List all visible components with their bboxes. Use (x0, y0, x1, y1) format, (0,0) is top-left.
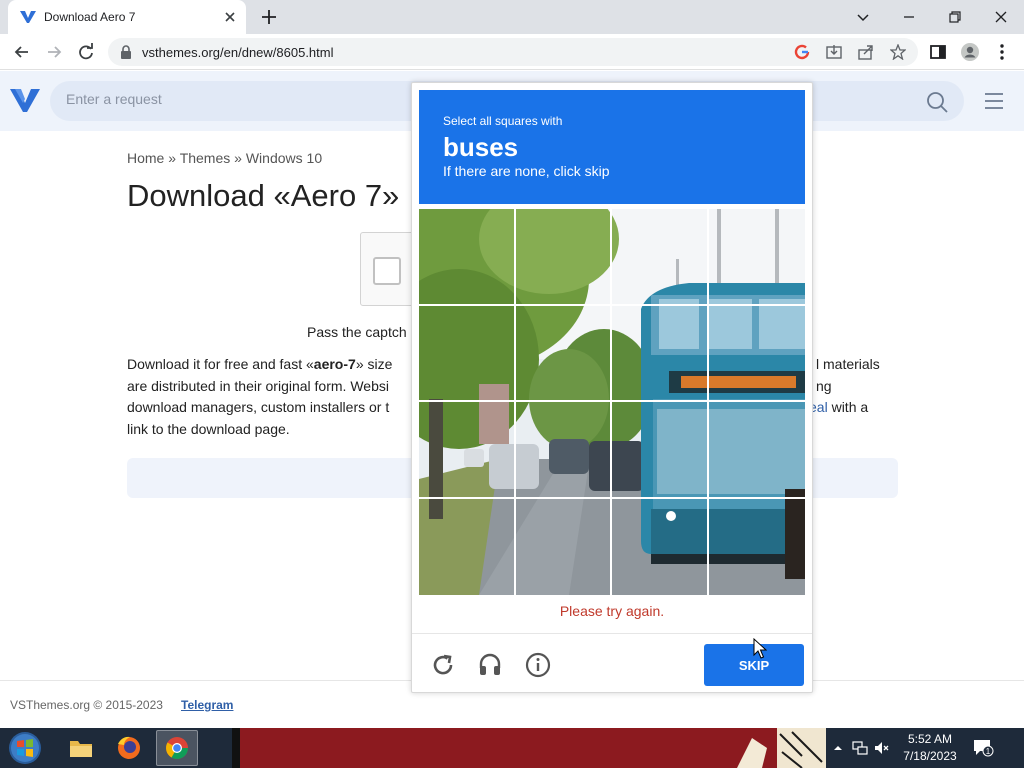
clock-time[interactable]: 5:52 AM (902, 732, 958, 746)
browser-tab[interactable]: Download Aero 7 (8, 0, 246, 34)
captcha-checkbox[interactable] (373, 257, 401, 285)
description-line: Download it for free and fast «aero-7» s… (127, 356, 393, 372)
notification-count: 1 (986, 747, 991, 756)
captcha-tile[interactable] (708, 402, 805, 499)
description-line: link to the download page. (127, 420, 290, 437)
captcha-tile[interactable] (419, 209, 516, 306)
captcha-image-grid (419, 209, 805, 595)
browser-toolbar: vsthemes.org/en/dnew/8605.html (0, 34, 1024, 70)
captcha-tile[interactable] (419, 402, 516, 499)
system-tray: 5:52 AM 7/18/2023 1 (826, 728, 1024, 768)
bookmark-star-icon[interactable] (890, 44, 906, 60)
captcha-tile[interactable] (516, 498, 612, 595)
captcha-tile[interactable] (612, 402, 709, 499)
captcha-tile[interactable] (419, 305, 516, 402)
hamburger-menu-icon[interactable] (984, 92, 1004, 110)
breadcrumb-home[interactable]: Home (127, 150, 164, 166)
tab-search-icon[interactable] (852, 6, 874, 28)
taskbar-apps (0, 728, 232, 768)
description-line: eal with a (809, 399, 869, 415)
wallpaper-icon (232, 728, 826, 768)
breadcrumb-windows-10[interactable]: Windows 10 (246, 150, 322, 166)
browser-titlebar: Download Aero 7 (0, 0, 1024, 34)
captcha-footer: SKIP (412, 633, 812, 693)
clock-date[interactable]: 7/18/2023 (898, 749, 962, 763)
info-icon[interactable] (525, 652, 551, 678)
audio-challenge-icon[interactable] (477, 652, 503, 678)
vsthemes-favicon-icon (20, 11, 36, 23)
footer-copyright: VSThemes.org © 2015-2023 (10, 698, 163, 712)
share-icon[interactable] (858, 44, 874, 60)
captcha-instruction: Select all squares with (443, 114, 563, 128)
description-line: download managers, custom installers or … (127, 399, 390, 415)
captcha-tile[interactable] (515, 209, 612, 306)
captcha-prompt: Select all squares with buses If there a… (419, 90, 805, 204)
captcha-tile[interactable] (612, 498, 709, 595)
page-title: Download «Aero 7» (127, 178, 400, 213)
captcha-tile[interactable] (708, 209, 805, 306)
description-line: l materials (816, 356, 880, 372)
search-icon[interactable] (926, 91, 948, 113)
vsthemes-logo-icon[interactable] (10, 87, 40, 113)
reload-icon[interactable] (76, 42, 96, 62)
minimize-icon[interactable] (898, 6, 920, 28)
breadcrumb-themes[interactable]: Themes (180, 150, 231, 166)
show-hidden-icons-icon[interactable] (830, 740, 846, 756)
breadcrumb-separator: » (168, 150, 177, 166)
captcha-tile[interactable] (708, 306, 805, 402)
install-app-icon[interactable] (826, 44, 842, 60)
notifications-icon[interactable]: 1 (972, 738, 994, 758)
refresh-icon[interactable] (430, 652, 456, 678)
tab-title: Download Aero 7 (44, 10, 136, 24)
close-tab-icon[interactable] (222, 9, 238, 25)
browser-menu-icon[interactable] (992, 42, 1012, 62)
lock-icon[interactable] (120, 45, 132, 59)
captcha-hint: If there are none, click skip (443, 163, 610, 179)
network-icon[interactable] (852, 740, 868, 756)
volume-muted-icon[interactable] (874, 740, 890, 756)
url-text: vsthemes.org/en/dnew/8605.html (142, 45, 334, 60)
restore-icon[interactable] (944, 6, 966, 28)
captcha-tile[interactable] (515, 402, 612, 499)
chrome-icon (166, 737, 188, 759)
new-tab-icon[interactable] (260, 8, 278, 26)
captcha-tile[interactable] (612, 305, 709, 402)
side-panel-icon[interactable] (928, 42, 948, 62)
close-window-icon[interactable] (990, 6, 1012, 28)
description-line: are distributed in their original form. … (127, 377, 389, 394)
breadcrumb-separator: » (234, 150, 242, 166)
captcha-tiles (419, 209, 805, 595)
chrome-taskbar-button[interactable] (156, 730, 198, 766)
forward-arrow-icon[interactable] (44, 42, 64, 62)
captcha-error-message: Please try again. (559, 603, 665, 619)
file-explorer-icon[interactable] (60, 730, 102, 766)
captcha-tile[interactable] (709, 499, 806, 596)
profile-avatar-icon[interactable] (960, 42, 980, 62)
back-arrow-icon[interactable] (12, 42, 32, 62)
captcha-tile[interactable] (419, 498, 516, 595)
firefox-icon[interactable] (108, 730, 150, 766)
mouse-cursor-icon (753, 638, 767, 659)
captcha-target: buses (443, 132, 519, 162)
address-bar[interactable]: vsthemes.org/en/dnew/8605.html (108, 38, 918, 66)
captcha-tile[interactable] (612, 209, 709, 306)
windows-start-icon[interactable] (4, 730, 46, 766)
footer-telegram-link[interactable]: Telegram (181, 698, 233, 712)
windows-taskbar: 5:52 AM 7/18/2023 1 (0, 728, 1024, 768)
captcha-tile[interactable] (515, 305, 612, 402)
google-icon[interactable] (794, 44, 810, 60)
description-line: ng (816, 377, 832, 394)
captcha-challenge: Select all squares with buses If there a… (411, 82, 813, 693)
breadcrumb: Home » Themes » Windows 10 (127, 150, 322, 166)
pass-captcha-text: Pass the captch (307, 324, 407, 340)
